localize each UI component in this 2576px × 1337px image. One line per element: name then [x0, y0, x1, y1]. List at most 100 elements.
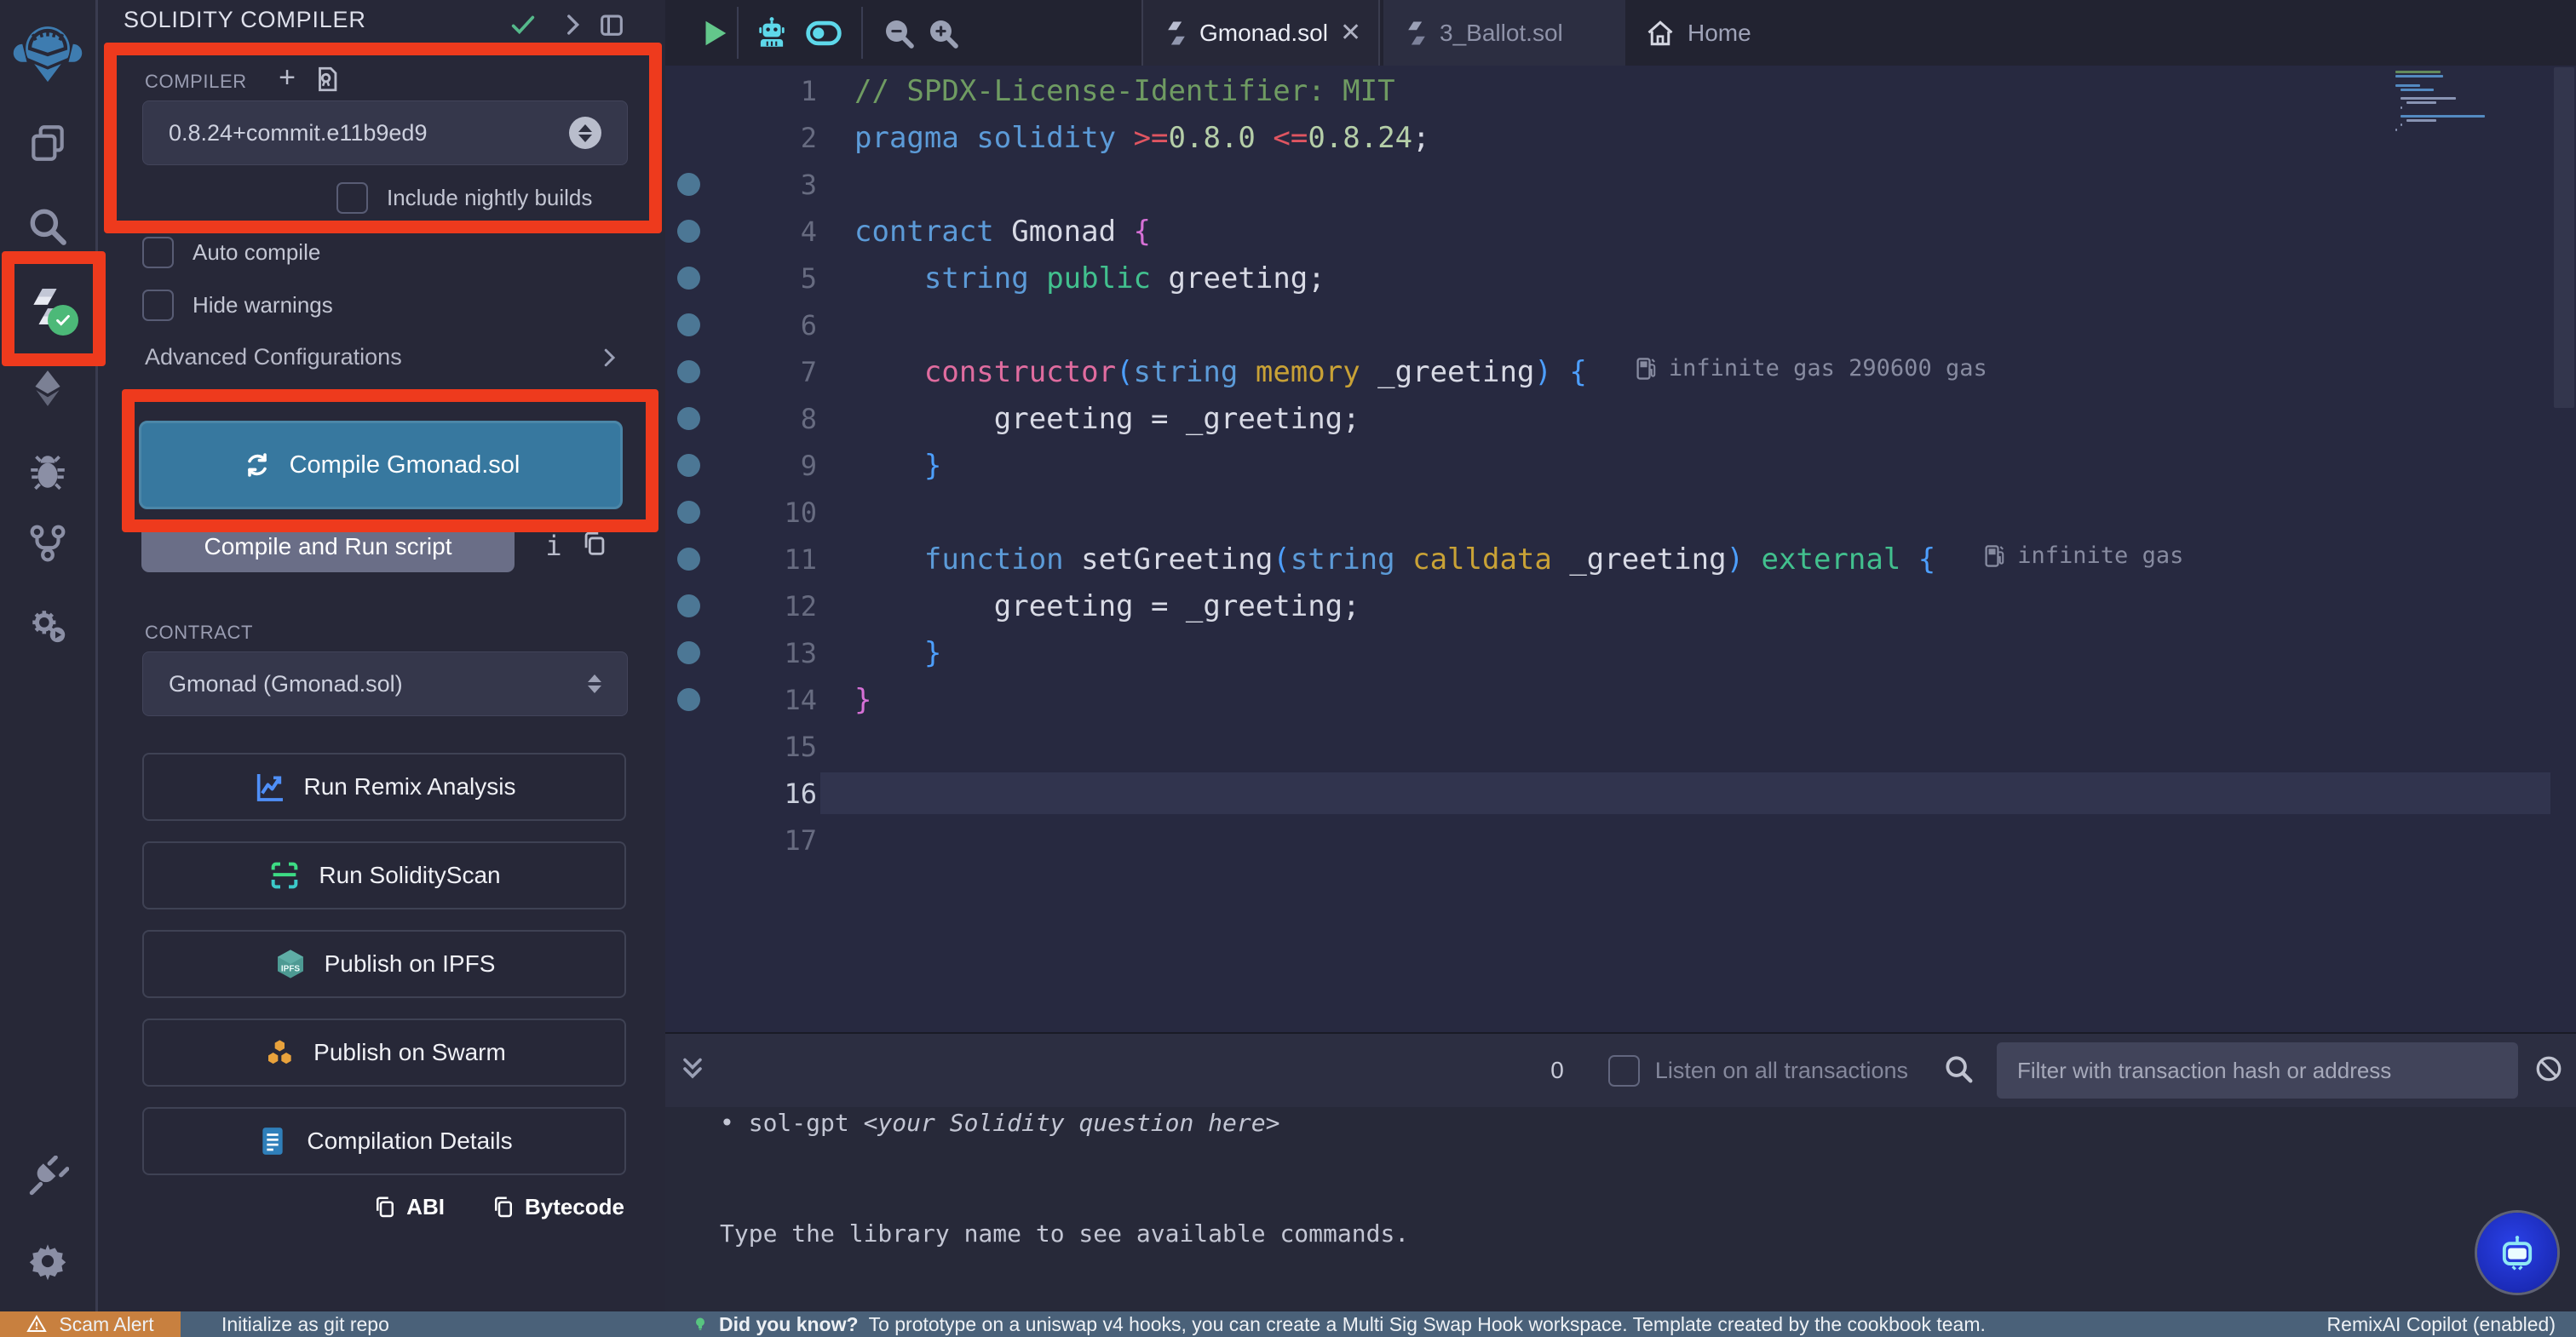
run-solidityscan-button[interactable]: Run SolidityScan [142, 841, 626, 910]
sidebar-item-plugin-manager[interactable] [24, 1153, 72, 1201]
compiler-version-select[interactable]: 0.8.24+commit.e11b9ed9 [142, 100, 628, 165]
add-compiler-icon[interactable]: + [273, 65, 302, 94]
code-line-4[interactable]: 4contract Gmonad { [665, 208, 2576, 255]
action-button-label: Compilation Details [307, 1128, 512, 1155]
run-remix-analysis-button[interactable]: Run Remix Analysis [142, 753, 626, 821]
line-number: 17 [665, 824, 817, 857]
code-line-17[interactable]: 17 [665, 817, 2576, 864]
code-line-10[interactable]: 10 [665, 489, 2576, 536]
pin-panel-icon[interactable] [597, 10, 626, 39]
code-line-6[interactable]: 6 [665, 301, 2576, 348]
auto-compile-checkbox[interactable] [142, 237, 174, 268]
contract-select[interactable]: Gmonad (Gmonad.sol) [142, 651, 628, 716]
tab-3-ballot-sol[interactable]: 3_Ballot.sol [1383, 0, 1625, 66]
panel-title: SOLIDITY COMPILER [124, 7, 366, 33]
line-number: 10 [665, 496, 817, 529]
zoom-in-icon[interactable] [926, 16, 960, 50]
compiler-license-icon[interactable] [313, 65, 342, 94]
sidebar-item-git[interactable] [24, 519, 72, 566]
run-script-play-icon[interactable] [698, 17, 730, 49]
code-text: contract Gmonad { [854, 215, 1151, 249]
sidebar-item-debugger[interactable] [24, 448, 72, 496]
swarm-icon [262, 1036, 296, 1070]
zoom-out-icon[interactable] [882, 16, 916, 50]
sidebar-item-settings[interactable] [24, 1237, 72, 1285]
remix-logo[interactable] [12, 19, 83, 82]
compile-button-label: Compile Gmonad.sol [290, 451, 520, 479]
sidebar-item-deploy-and-run[interactable] [24, 364, 72, 412]
code-line-2[interactable]: 2pragma solidity >=0.8.0 <=0.8.24; [665, 114, 2576, 161]
bytecode-label: Bytecode [525, 1194, 624, 1220]
minimap-line [2395, 129, 2397, 131]
include-nightly-row: Include nightly builds [336, 182, 592, 214]
close-tab-icon[interactable]: ✕ [1340, 20, 1361, 46]
code-line-8[interactable]: 8 greeting = _greeting; [665, 395, 2576, 442]
sidebar-item-file-explorer[interactable] [24, 119, 72, 167]
panel-forward-chevron-icon[interactable] [558, 10, 587, 39]
scam-alert-button[interactable]: Scam Alert [0, 1311, 181, 1337]
copilot-toggle-icon[interactable] [802, 14, 846, 52]
select-arrows-icon [588, 674, 601, 693]
sidebar-item-solidity-compiler[interactable] [24, 283, 72, 330]
minimap[interactable] [2395, 71, 2549, 181]
info-icon[interactable]: i [539, 530, 568, 559]
ai-robot-icon[interactable] [754, 15, 790, 51]
code-line-9[interactable]: 9 } [665, 442, 2576, 489]
terminal-output[interactable]: • sol-gpt <your Solidity question here> … [665, 1107, 2576, 1313]
code-editor[interactable]: 1// SPDX-License-Identifier: MIT2pragma … [665, 66, 2576, 1032]
contract-section-label: CONTRACT [145, 622, 253, 644]
publish-on-swarm-button[interactable]: Publish on Swarm [142, 1019, 626, 1087]
terminal-expand-icon[interactable] [677, 1053, 708, 1088]
tab-home[interactable]: Home [1645, 0, 1751, 66]
copilot-avatar[interactable] [2477, 1213, 2557, 1293]
scam-alert-label: Scam Alert [59, 1313, 153, 1336]
init-git-repo-button[interactable]: Initialize as git repo [221, 1311, 389, 1337]
line-number: 9 [665, 450, 817, 482]
code-line-7[interactable]: 7 constructor(string memory _greeting) {… [665, 348, 2576, 395]
code-line-15[interactable]: 15 [665, 723, 2576, 770]
minimap-line [2395, 84, 2420, 87]
fuel-pump-icon [1635, 356, 1659, 382]
compilation-details-button[interactable]: Compilation Details [142, 1107, 626, 1175]
sidebar-item-plugin-runner[interactable] [24, 602, 72, 650]
code-text: string public greeting; [854, 261, 1325, 296]
code-line-1[interactable]: 1// SPDX-License-Identifier: MIT [665, 67, 2576, 114]
hide-warnings-checkbox[interactable] [142, 290, 174, 321]
line-number: 3 [665, 169, 817, 201]
copy-icon [491, 1195, 516, 1220]
compile-and-run-button[interactable]: Compile and Run script [141, 520, 515, 572]
sidebar-item-search[interactable] [24, 203, 72, 250]
code-line-16[interactable]: 16 [665, 770, 2576, 817]
clear-console-icon[interactable] [2533, 1053, 2564, 1088]
minimap-line [2395, 71, 2441, 73]
code-line-3[interactable]: 3 [665, 161, 2576, 208]
code-line-11[interactable]: 11 function setGreeting(string calldata … [665, 536, 2576, 582]
advanced-configurations-toggle[interactable]: Advanced Configurations [145, 344, 622, 370]
compiler-version-value: 0.8.24+commit.e11b9ed9 [169, 120, 427, 146]
search-icon[interactable] [1942, 1053, 1975, 1089]
compiled-check-badge [48, 305, 78, 336]
code-line-5[interactable]: 5 string public greeting; [665, 255, 2576, 301]
publish-on-ipfs-button[interactable]: IPFSPublish on IPFS [142, 930, 626, 998]
listen-all-transactions-checkbox[interactable] [1608, 1055, 1640, 1087]
gas-estimate-annotation: infinite gas 290600 gas [1635, 355, 1987, 382]
copy-bytecode-button[interactable]: Bytecode [491, 1194, 624, 1220]
gas-estimate-annotation: infinite gas [1983, 542, 2183, 569]
code-line-13[interactable]: 13 } [665, 629, 2576, 676]
code-line-14[interactable]: 14} [665, 676, 2576, 723]
copy-icon[interactable] [580, 530, 609, 559]
compiler-section-label: COMPILER [145, 71, 247, 93]
details-icon [256, 1124, 290, 1158]
copilot-status[interactable]: RemixAI Copilot (enabled) [2327, 1311, 2556, 1337]
code-line-12[interactable]: 12 greeting = _greeting; [665, 582, 2576, 629]
status-bar: Scam Alert Initialize as git repo Did yo… [0, 1311, 2576, 1337]
editor-scrollbar[interactable] [2554, 67, 2574, 408]
transaction-filter-input[interactable] [1997, 1042, 2518, 1099]
home-tab-label: Home [1688, 20, 1751, 47]
tab-gmonad-sol[interactable]: Gmonad.sol ✕ [1141, 0, 1380, 66]
line-number: 16 [665, 778, 817, 810]
include-nightly-checkbox[interactable] [336, 182, 368, 214]
code-text: } [854, 636, 941, 670]
compile-button[interactable]: Compile Gmonad.sol [139, 421, 623, 509]
copy-abi-button[interactable]: ABI [372, 1194, 445, 1220]
